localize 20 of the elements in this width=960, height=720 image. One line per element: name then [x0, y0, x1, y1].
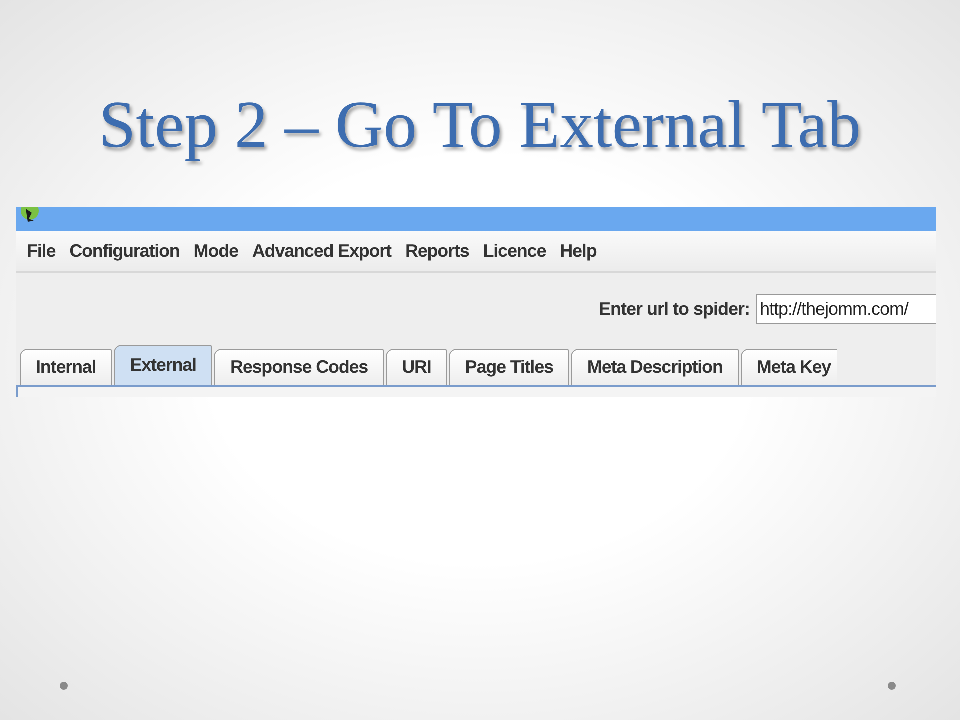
url-field[interactable]: http://thejomm.com/ [756, 294, 936, 324]
tab[interactable]: Meta Description [571, 349, 739, 385]
slide-dot [888, 682, 896, 690]
url-label: Enter url to spider: [598, 298, 750, 320]
tab[interactable]: Internal [20, 349, 112, 385]
tab[interactable]: Page Titles [449, 349, 570, 385]
menu-item[interactable]: Help [553, 240, 604, 262]
tab[interactable]: URI [386, 349, 448, 385]
tab[interactable]: Response Codes [214, 349, 384, 385]
menu-item[interactable]: Reports [398, 240, 476, 262]
tab[interactable]: Meta Key [740, 349, 838, 385]
tab[interactable]: External [114, 345, 212, 385]
menu-item[interactable]: Licence [476, 240, 554, 262]
slide-title: Step 2 – Go To External Tab [98, 87, 862, 159]
slide-dot [60, 682, 68, 690]
menu-item[interactable]: Advanced Export [245, 240, 398, 262]
menu-item[interactable]: Mode [186, 240, 246, 262]
menu-item[interactable]: Configuration [62, 240, 187, 262]
menu-item[interactable]: File [20, 240, 63, 262]
app-icon [20, 207, 42, 223]
